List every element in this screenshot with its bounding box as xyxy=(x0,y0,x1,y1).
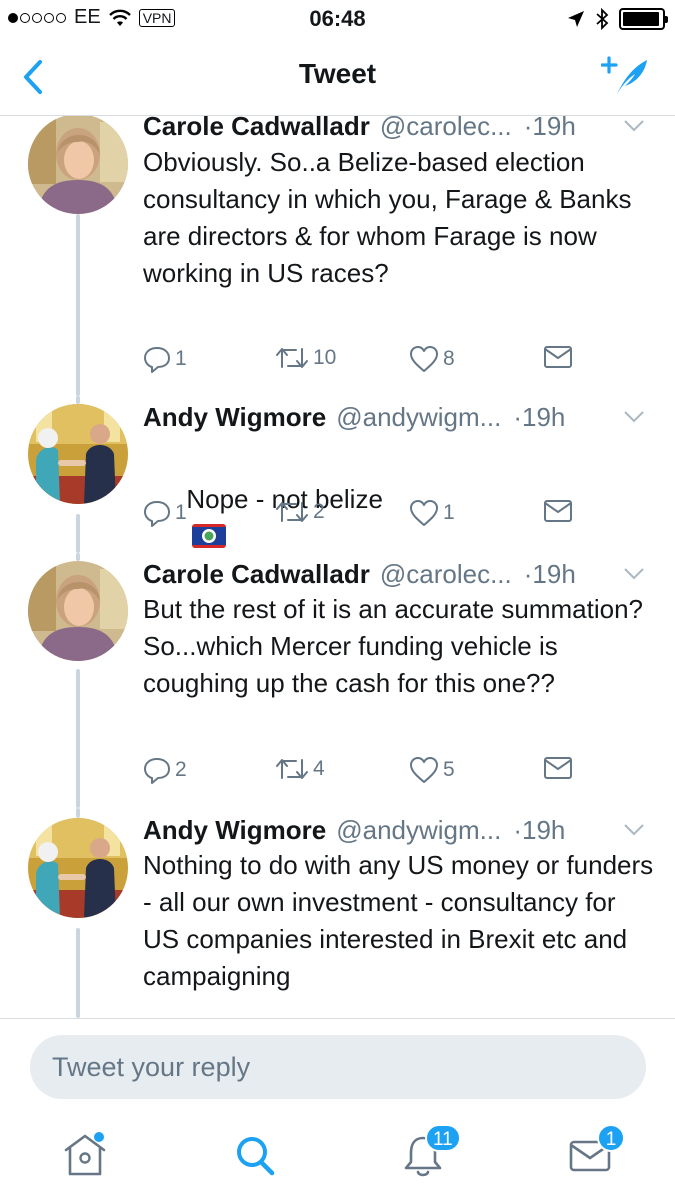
chevron-down-icon[interactable] xyxy=(623,567,645,581)
tweet-time: ·19h xyxy=(523,116,576,141)
reply-icon xyxy=(144,758,170,784)
author-name[interactable]: Andy Wigmore xyxy=(143,815,326,846)
thread-line xyxy=(76,553,80,561)
status-right xyxy=(567,8,668,30)
retweet-count: 2 xyxy=(313,500,325,523)
chevron-down-icon[interactable] xyxy=(623,410,645,424)
reply-button[interactable]: 2 xyxy=(143,756,187,784)
share-dm-button[interactable] xyxy=(543,345,573,369)
tab-messages[interactable]: 1 xyxy=(561,1124,625,1184)
home-unread-dot xyxy=(94,1132,104,1142)
author-handle[interactable]: @carolec... xyxy=(380,116,512,142)
retweet-icon xyxy=(276,348,308,368)
heart-icon xyxy=(410,346,438,372)
reply-button[interactable]: 1 xyxy=(143,499,187,527)
chevron-down-icon[interactable] xyxy=(623,119,645,133)
reply-count: 2 xyxy=(175,758,187,781)
tab-home[interactable] xyxy=(56,1124,116,1184)
tweet-text: Obviously. So..a Belize-based election c… xyxy=(143,147,639,288)
home-icon xyxy=(64,1134,106,1176)
reply-icon xyxy=(144,347,170,373)
thread-line xyxy=(76,396,80,404)
like-count: 1 xyxy=(443,501,455,524)
tweet[interactable]: Andy Wigmore @andywigm... ·19h Nothing t… xyxy=(0,808,675,1018)
reply-icon xyxy=(144,501,170,527)
battery-icon xyxy=(619,8,668,30)
retweet-icon xyxy=(276,759,308,779)
author-name[interactable]: Carole Cadwalladr xyxy=(143,559,370,590)
reply-button[interactable]: 1 xyxy=(143,345,187,373)
nav-bar: Tweet xyxy=(0,38,675,116)
tab-notifications[interactable]: 11 xyxy=(393,1124,461,1184)
page-title: Tweet xyxy=(298,58,377,89)
notifications-badge: 11 xyxy=(425,1124,461,1152)
like-button[interactable]: 5 xyxy=(409,756,455,784)
tweet-actions: 2 4 5 xyxy=(143,756,583,796)
envelope-icon xyxy=(544,757,572,779)
thread-line xyxy=(76,514,80,553)
tweet[interactable]: Carole Cadwalladr @carolec... ·19h But t… xyxy=(0,553,675,808)
tweet-actions: 1 2 1 xyxy=(143,499,583,539)
reply-input[interactable] xyxy=(30,1035,646,1099)
tweet-time: ·19h xyxy=(523,558,576,589)
author-handle[interactable]: @carolec... xyxy=(380,559,512,590)
tweet-thread: Carole Cadwalladr @carolec... ·19h Obvio… xyxy=(0,116,675,1018)
battery-level xyxy=(623,12,660,26)
tweet-header: Andy Wigmore @andywigm... ·19h xyxy=(143,814,645,846)
tweet-header: Carole Cadwalladr @carolec... ·19h xyxy=(143,558,645,590)
chevron-down-icon[interactable] xyxy=(623,823,645,837)
retweet-button[interactable]: 4 xyxy=(275,756,325,782)
tweet-text: Nothing to do with any US money or funde… xyxy=(143,850,661,991)
bluetooth-icon xyxy=(596,8,609,30)
avatar[interactable] xyxy=(28,818,128,918)
avatar[interactable] xyxy=(28,116,128,214)
tweet-header: Andy Wigmore @andywigm... ·19h xyxy=(143,401,645,433)
reply-count: 1 xyxy=(175,501,187,524)
author-handle[interactable]: @andywigm... xyxy=(336,402,501,433)
retweet-button[interactable]: 2 xyxy=(275,499,325,525)
search-icon xyxy=(237,1137,275,1176)
tweet[interactable]: Andy Wigmore @andywigm... ·19h Nope - no… xyxy=(0,396,675,553)
retweet-icon xyxy=(276,502,308,522)
author-name[interactable]: Andy Wigmore xyxy=(143,402,326,433)
status-bar: EE VPN 06:48 xyxy=(0,0,675,38)
tweet-time: ·19h xyxy=(513,814,566,845)
like-count: 8 xyxy=(443,347,455,370)
tweet-time: ·19h xyxy=(513,401,566,432)
compose-tweet-icon[interactable] xyxy=(601,54,651,98)
reply-count: 1 xyxy=(175,347,187,370)
like-button[interactable]: 1 xyxy=(409,499,455,527)
retweet-button[interactable]: 10 xyxy=(275,345,336,371)
thread-line xyxy=(76,808,80,818)
envelope-icon xyxy=(544,500,572,522)
like-button[interactable]: 8 xyxy=(409,345,455,373)
messages-badge: 1 xyxy=(597,1124,625,1152)
avatar[interactable] xyxy=(28,561,128,661)
tab-search[interactable] xyxy=(225,1124,285,1184)
author-name[interactable]: Carole Cadwalladr xyxy=(143,116,370,142)
thread-line xyxy=(76,214,80,396)
tweet-text: But the rest of it is an accurate summat… xyxy=(143,594,644,698)
envelope-icon xyxy=(544,346,572,368)
tweet-header: Carole Cadwalladr @carolec... ·19h xyxy=(143,116,645,142)
tab-bar: 11 1 xyxy=(0,1114,675,1200)
thread-line xyxy=(76,669,80,808)
location-arrow-icon xyxy=(568,11,584,27)
tweet[interactable]: Carole Cadwalladr @carolec... ·19h Obvio… xyxy=(0,116,675,396)
retweet-count: 10 xyxy=(313,346,337,369)
reply-bar xyxy=(0,1018,675,1114)
thread-line xyxy=(76,928,80,1018)
heart-icon xyxy=(410,757,438,783)
avatar[interactable] xyxy=(28,404,128,504)
share-dm-button[interactable] xyxy=(543,499,573,523)
like-count: 5 xyxy=(443,758,455,781)
share-dm-button[interactable] xyxy=(543,756,573,780)
heart-icon xyxy=(410,500,438,526)
retweet-count: 4 xyxy=(313,757,325,780)
tweet-actions: 1 10 8 xyxy=(143,345,583,385)
author-handle[interactable]: @andywigm... xyxy=(336,815,501,846)
